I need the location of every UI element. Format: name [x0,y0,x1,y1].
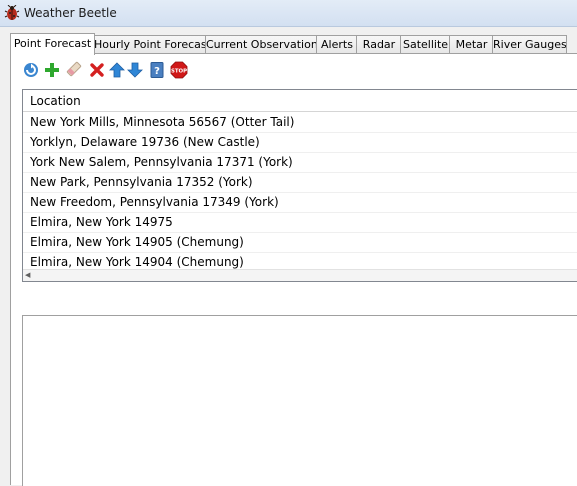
tab-satellite[interactable]: Satellite [400,35,451,54]
stop-icon[interactable]: STOP [170,61,188,79]
horizontal-scrollbar[interactable]: ◀ [23,269,577,281]
location-row[interactable]: Yorklyn, Delaware 19736 (New Castle) [23,132,577,153]
move-down-icon[interactable] [126,61,144,79]
location-column-header[interactable]: Location [23,90,577,112]
location-row[interactable]: New Park, Pennsylvania 17352 (York) [23,172,577,193]
location-row[interactable]: Elmira, New York 14975 [23,212,577,233]
svg-text:STOP: STOP [171,68,187,74]
tab-metar[interactable]: Metar [449,35,494,54]
tab-river-gauges[interactable]: River Gauges [492,35,567,54]
tab-hourly-point-forecast[interactable]: Hourly Point Forecast [93,35,207,54]
window-title: Weather Beetle [24,6,117,20]
add-icon[interactable] [43,61,61,79]
svg-text:?: ? [154,66,160,77]
location-row[interactable]: York New Salem, Pennsylvania 17371 (York… [23,152,577,173]
title-bar: Weather Beetle [0,0,577,27]
tab-point-forecast[interactable]: Point Forecast [10,33,95,55]
location-list: Location New York Mills, Minnesota 56567… [22,89,577,282]
forecast-detail-area [22,315,577,486]
location-row[interactable]: Elmira, New York 14905 (Chemung) [23,232,577,253]
delete-icon[interactable] [88,61,106,79]
move-up-icon[interactable] [108,61,126,79]
tab-strip: Point Forecast Hourly Point Forecast Cur… [10,33,577,55]
tab-current-observations[interactable]: Current Observations [205,35,318,54]
tab-radar[interactable]: Radar [356,35,402,54]
beetle-logo-icon [4,5,20,20]
edit-icon[interactable] [65,61,83,79]
scroll-left-icon[interactable]: ◀ [25,271,30,279]
refresh-icon[interactable] [22,61,40,79]
location-row[interactable]: New Freedom, Pennsylvania 17349 (York) [23,192,577,213]
location-row[interactable]: New York Mills, Minnesota 56567 (Otter T… [23,112,577,133]
help-icon[interactable]: ? [148,61,166,79]
tab-alerts[interactable]: Alerts [316,35,358,54]
